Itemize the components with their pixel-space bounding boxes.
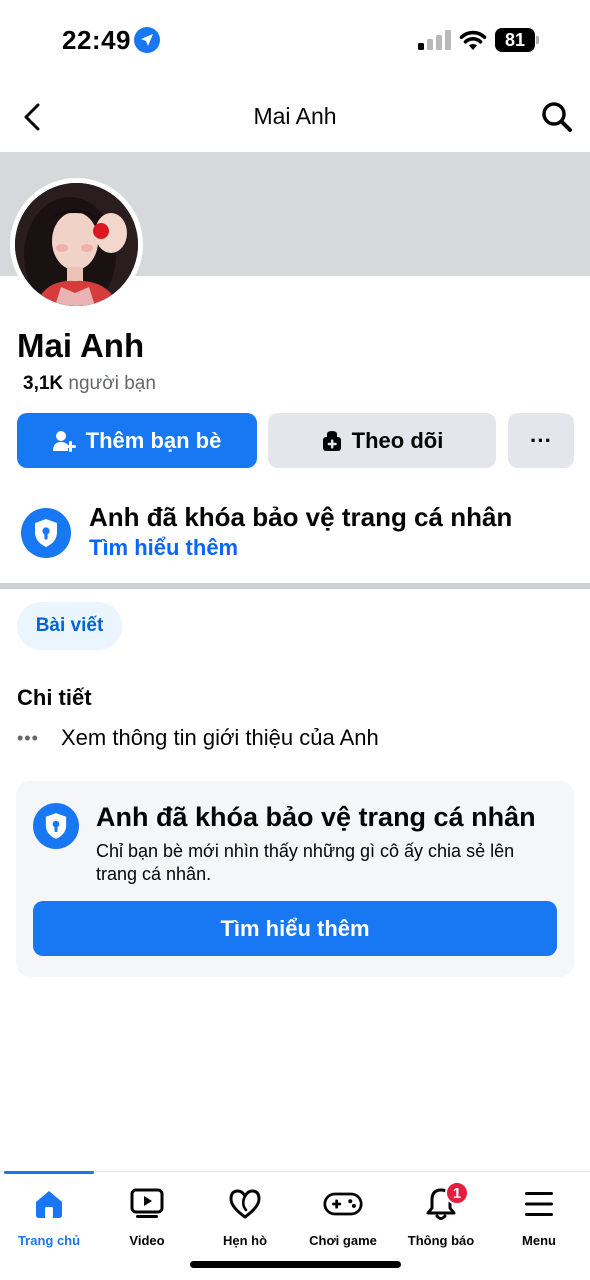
heart-icon <box>225 1184 265 1224</box>
tab-posts[interactable]: Bài viết <box>17 602 122 650</box>
profile-locked-title: Anh đã khóa bảo vệ trang cá nhân <box>89 502 513 532</box>
nav-dating[interactable]: Hẹn hò <box>196 1184 294 1254</box>
more-dots-icon: ••• <box>17 727 39 748</box>
home-indicator <box>190 1261 401 1268</box>
page-title: Mai Anh <box>253 103 337 129</box>
nav-home[interactable]: Trang chủ <box>0 1184 98 1254</box>
cellular-signal-icon <box>418 30 451 50</box>
view-intro-text: Xem thông tin giới thiệu của Anh <box>61 725 379 750</box>
gamepad-icon <box>323 1184 363 1224</box>
home-icon <box>29 1184 69 1224</box>
video-icon <box>127 1184 167 1224</box>
nav-active-indicator <box>4 1171 94 1174</box>
follow-label: Theo dõi <box>351 427 444 453</box>
hamburger-icon <box>519 1184 559 1224</box>
follow-button[interactable]: Theo dõi <box>268 413 496 468</box>
shield-lock-icon <box>33 803 79 849</box>
friends-count-line[interactable]: 3,1K người bạn <box>23 373 156 395</box>
nav-gaming[interactable]: Chơi game <box>294 1184 392 1254</box>
nav-gaming-label: Chơi game <box>309 1233 377 1248</box>
battery-icon: 81 <box>495 28 539 52</box>
add-friend-label: Thêm bạn bè <box>85 427 222 453</box>
nav-menu[interactable]: Menu <box>490 1184 588 1254</box>
locked-card-title: Anh đã khóa bảo vệ trang cá nhân <box>96 802 536 832</box>
details-heading: Chi tiết <box>17 685 92 710</box>
view-intro-row[interactable]: ••• Xem thông tin giới thiệu của Anh <box>17 724 379 752</box>
nav-notifications[interactable]: 1 Thông báo <box>392 1181 490 1254</box>
section-divider <box>0 583 590 589</box>
status-time: 22:49 <box>62 25 131 55</box>
add-friend-button[interactable]: Thêm bạn bè <box>17 413 257 468</box>
locked-card-description: Chỉ bạn bè mới nhìn thấy những gì cô ấy … <box>96 841 515 884</box>
wifi-icon <box>459 30 487 50</box>
friends-label: người bạn <box>68 373 156 394</box>
add-friend-icon <box>52 430 76 452</box>
nav-notifications-label: Thông báo <box>407 1233 475 1248</box>
profile-name: Mai Anh <box>17 327 145 364</box>
nav-video[interactable]: Video <box>98 1184 196 1254</box>
battery-level: 81 <box>495 28 535 52</box>
search-icon[interactable] <box>540 100 574 134</box>
notification-badge: 1 <box>445 1181 469 1205</box>
follow-icon <box>322 430 341 451</box>
bell-icon: 1 <box>421 1181 469 1224</box>
shield-lock-icon <box>21 508 71 558</box>
learn-more-link[interactable]: Tìm hiểu thêm <box>89 535 238 561</box>
more-options-button[interactable]: ··· <box>508 413 574 468</box>
profile-header: Mai Anh <box>0 80 590 152</box>
nav-home-label: Trang chủ <box>17 1233 81 1248</box>
friends-count: 3,1K <box>23 373 64 394</box>
status-bar: 22:49 81 <box>0 0 590 80</box>
locked-profile-card: Anh đã khóa bảo vệ trang cá nhân Chỉ bạn… <box>16 781 574 977</box>
nav-dating-label: Hẹn hò <box>222 1233 268 1248</box>
more-dots-icon: ··· <box>530 427 552 453</box>
location-arrow-icon <box>134 27 160 53</box>
learn-more-button[interactable]: Tìm hiểu thêm <box>33 901 557 956</box>
nav-menu-label: Menu <box>522 1233 556 1248</box>
avatar[interactable] <box>10 178 143 311</box>
nav-video-label: Video <box>129 1233 165 1248</box>
